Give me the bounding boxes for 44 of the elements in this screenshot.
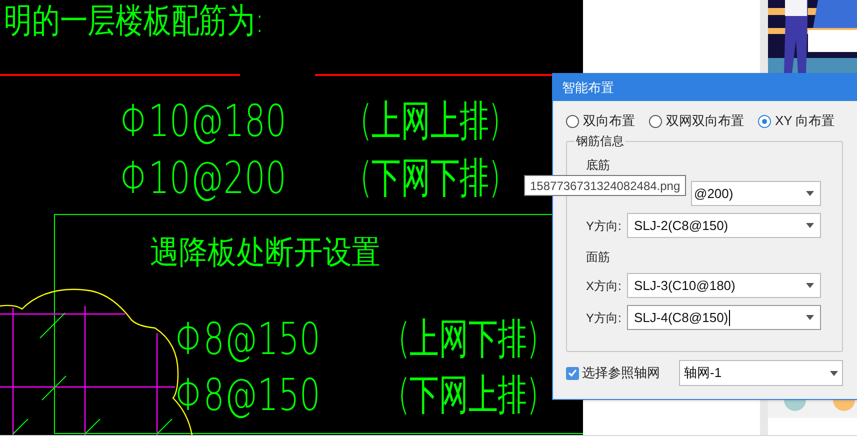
tooltip: 1587736731324082484.png: [524, 175, 686, 196]
drawing-text: 遇降板处断开设置: [150, 236, 380, 268]
drawing-text: 明的一层楼板配筋为:: [4, 4, 264, 38]
field-label: Y方向:: [586, 218, 622, 232]
field-label: X方向:: [586, 278, 622, 292]
caret-icon: [806, 223, 814, 228]
rebar-note: (下网上排): [398, 374, 539, 416]
radio-button[interactable]: [758, 114, 771, 128]
caret-icon: [830, 370, 838, 376]
section-title: 底筋: [586, 157, 611, 174]
dropdown-field[interactable]: @200): [691, 181, 821, 206]
radio-label: 双网双向布置: [666, 112, 744, 130]
dropdown-field[interactable]: SLJ-2(C8@150): [627, 213, 821, 238]
field-value: SLJ-2(C8@150): [634, 216, 728, 235]
radio-option[interactable]: XY 向布置: [758, 111, 835, 131]
rebar-spec: Φ10@200: [120, 157, 286, 201]
field-value: 轴网-1: [684, 364, 722, 382]
radio-button[interactable]: [566, 114, 579, 128]
checkbox[interactable]: [566, 366, 579, 380]
rebar-note: (上网上排): [360, 100, 501, 142]
section-title: 面筋: [586, 249, 611, 266]
field-value: SLJ-3(C10@180): [634, 276, 736, 295]
dropdown-field[interactable]: SLJ-3(C10@180): [627, 273, 821, 298]
rebar-note: (上网下排): [398, 318, 539, 360]
radio-option[interactable]: 双网双向布置: [649, 111, 744, 131]
caret-icon: [806, 315, 814, 320]
rebar-note: (下网下排): [360, 157, 501, 199]
caret-icon: [806, 191, 814, 196]
radio-label: XY 向布置: [775, 112, 835, 130]
dropdown-field[interactable]: SLJ-4(C8@150): [627, 305, 821, 330]
field-value: @200): [694, 184, 734, 203]
caret-icon: [806, 283, 814, 288]
radio-label: 双向布置: [583, 112, 635, 130]
rebar-spec: Φ8@150: [175, 318, 320, 362]
checkbox-label: 选择参照轴网: [582, 364, 660, 382]
dropdown-field[interactable]: 轴网-1: [679, 360, 843, 386]
dialog-title: 智能布置: [562, 78, 614, 97]
rebar-spec: Φ10@180: [120, 100, 286, 144]
radio-option[interactable]: 双向布置: [566, 111, 635, 131]
field-label: Y方向:: [586, 310, 622, 324]
rebar-spec: Φ8@150: [175, 374, 320, 418]
field-value: SLJ-4(C8@150): [634, 308, 728, 327]
group-title: 钢筋信息: [575, 133, 625, 149]
radio-button[interactable]: [649, 114, 662, 128]
